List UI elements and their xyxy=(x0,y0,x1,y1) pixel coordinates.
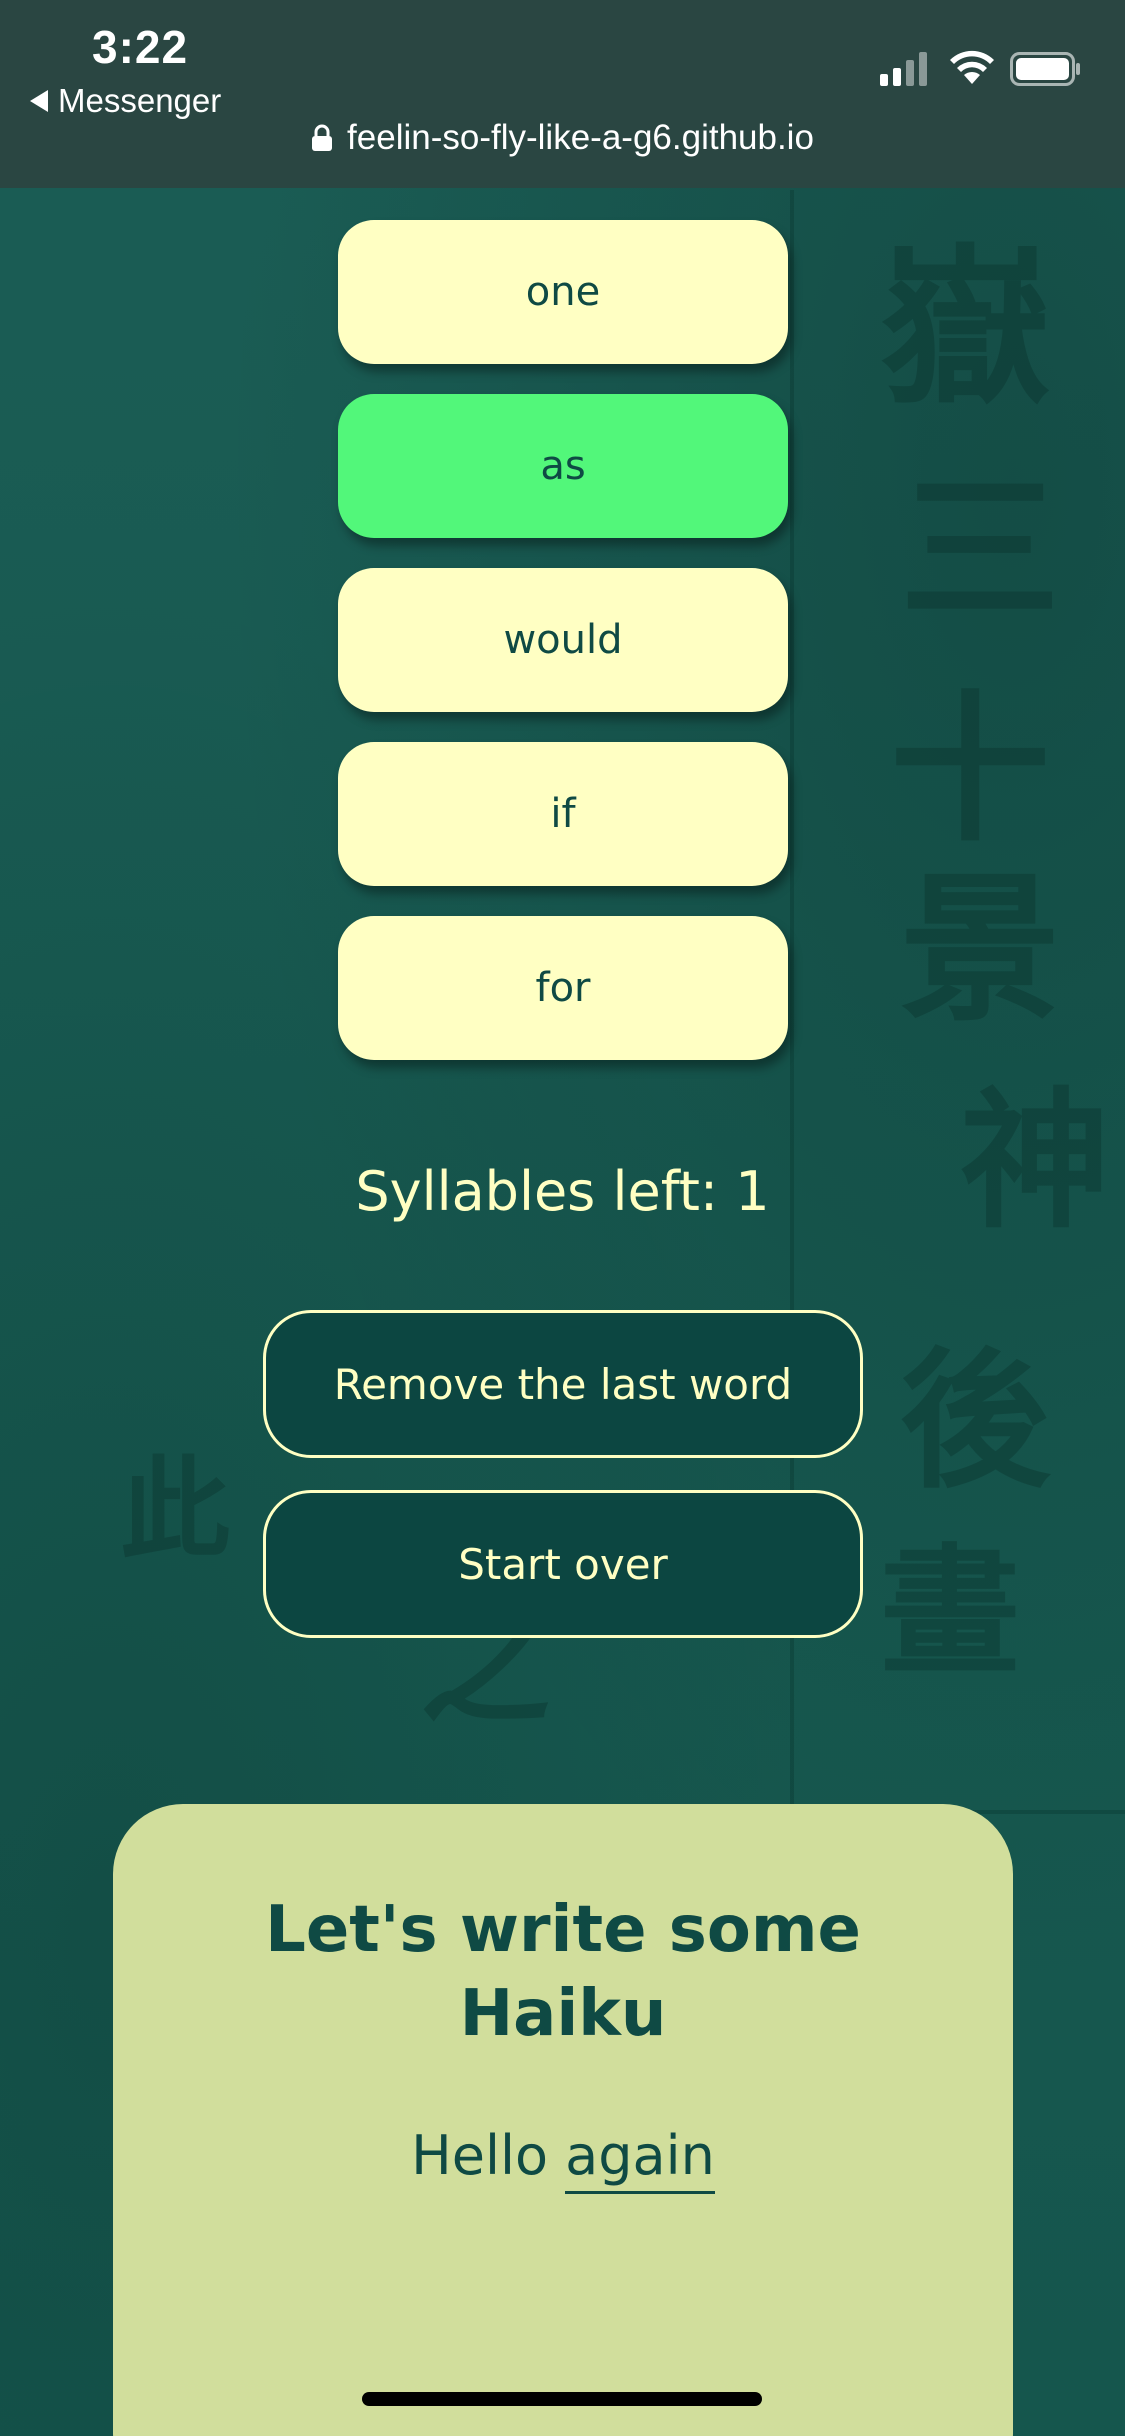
back-to-app-button[interactable]: Messenger xyxy=(30,82,221,120)
haiku-word: Hello xyxy=(411,2124,548,2187)
haiku-word-last: again xyxy=(565,2124,715,2194)
lock-icon xyxy=(312,124,333,151)
back-arrow-icon xyxy=(30,90,48,112)
title-line-1: Let's write some xyxy=(265,1893,861,1967)
wifi-icon xyxy=(950,50,994,84)
haiku-card: Let's write some Haiku Hello again xyxy=(113,1804,1013,2436)
status-bar: 3:22 Messenger feelin-so-fly-like-a-g6.g… xyxy=(0,0,1125,188)
syllables-left: Syllables left: 1 xyxy=(355,1160,770,1223)
word-option-as[interactable]: as xyxy=(338,394,788,538)
home-indicator[interactable] xyxy=(362,2392,762,2406)
word-option-for[interactable]: for xyxy=(338,916,788,1060)
address-bar[interactable]: feelin-so-fly-like-a-g6.github.io xyxy=(0,118,1125,158)
remove-last-word-button[interactable]: Remove the last word xyxy=(263,1310,863,1458)
battery-icon xyxy=(1010,52,1080,86)
haiku-line: Hello again xyxy=(113,2124,1013,2194)
word-option-one[interactable]: one xyxy=(338,220,788,364)
word-option-if[interactable]: if xyxy=(338,742,788,886)
signal-icon xyxy=(880,50,927,86)
start-over-button[interactable]: Start over xyxy=(263,1490,863,1638)
title-line-2: Haiku xyxy=(459,1977,667,2051)
page-title: Let's write some Haiku xyxy=(113,1888,1013,2056)
status-time: 3:22 xyxy=(92,21,189,73)
url-text: feelin-so-fly-like-a-g6.github.io xyxy=(347,118,814,157)
word-option-would[interactable]: would xyxy=(338,568,788,712)
back-app-label: Messenger xyxy=(58,82,222,119)
